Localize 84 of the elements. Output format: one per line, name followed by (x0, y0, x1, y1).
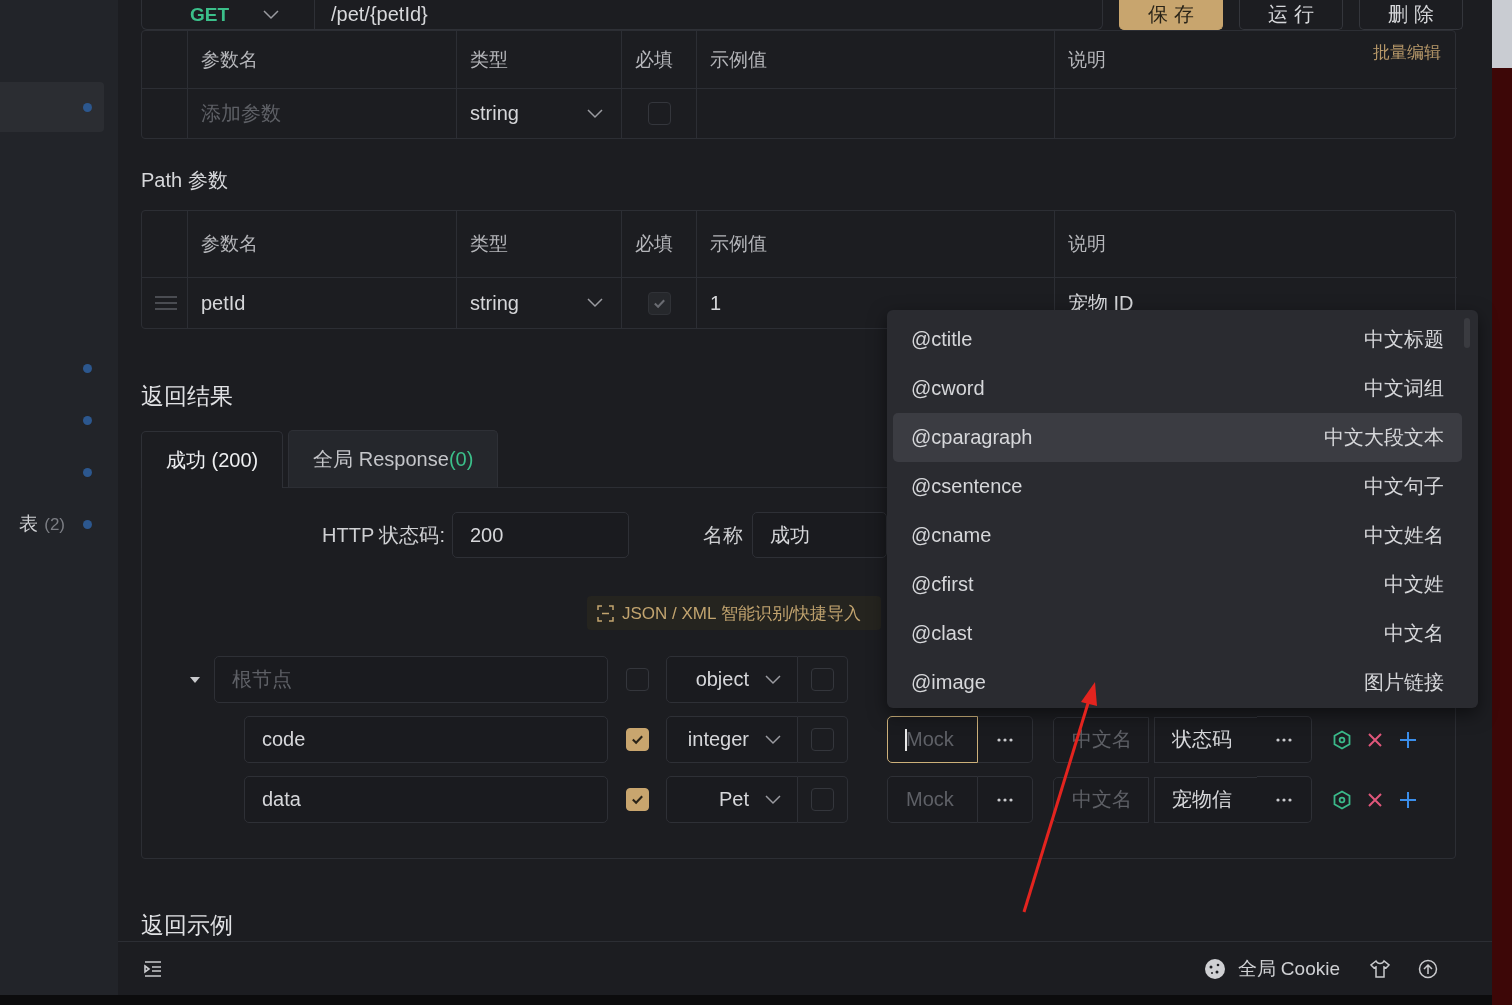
node-name-field[interactable]: 根节点 (214, 656, 608, 703)
param-name: petId (201, 291, 246, 315)
status-dot (83, 363, 92, 373)
field-label: HTTP 状态码: (322, 522, 445, 548)
node-name-field[interactable]: data (244, 776, 608, 823)
status-code-field[interactable]: 200 (451, 512, 629, 558)
dropdown-item[interactable]: @csentence 中文句子 (893, 462, 1462, 511)
cookie-icon (1203, 957, 1226, 980)
column-header: 类型 (470, 47, 508, 72)
url-field[interactable]: /pet/{petId} (315, 0, 1103, 30)
checkbox[interactable] (811, 788, 834, 811)
dropdown-item[interactable]: @image 图片链接 (893, 658, 1462, 707)
checkbox[interactable] (625, 668, 649, 691)
sidebar-label: 表 (2) (19, 512, 65, 536)
chevron-down-icon (765, 794, 781, 805)
more-icon (997, 797, 1013, 802)
chevron-down-icon (587, 108, 603, 119)
dropdown-item[interactable]: @cfirst 中文姓 (893, 560, 1462, 609)
status-dot (83, 519, 92, 529)
dropdown-item[interactable]: @cparagraph 中文大段文本 (893, 413, 1462, 462)
response-tab[interactable]: 全局 Response(0) (288, 430, 499, 487)
chevron-down-icon (587, 298, 603, 308)
status-dot (83, 467, 92, 477)
chevron-down-icon (765, 734, 781, 745)
column-header: 必填 (635, 232, 673, 256)
plus-icon (1398, 789, 1418, 810)
type-select[interactable]: Pet (666, 776, 798, 823)
node-name-field[interactable]: code (244, 716, 608, 763)
chevron-down-icon (765, 674, 781, 685)
dropdown-item[interactable]: @cword 中文词组 (893, 364, 1462, 413)
checkbox[interactable] (647, 102, 671, 125)
save-button[interactable]: 保 存 (1119, 0, 1223, 30)
method-select[interactable]: GET (141, 0, 315, 30)
action-button[interactable]: 运 行 (1239, 0, 1343, 30)
upload-circle-icon (1418, 958, 1438, 979)
column-header: 类型 (470, 232, 508, 256)
title-field[interactable]: 中文名 (1053, 776, 1149, 823)
column-header: 说明 (1068, 232, 1106, 256)
column-header: 必填 (635, 47, 673, 72)
field-label: 名称 (702, 522, 743, 548)
checkbox[interactable] (811, 668, 834, 691)
checkbox[interactable] (625, 788, 649, 811)
dropdown-item[interactable]: @ctitle 中文标题 (893, 315, 1462, 364)
column-header: 参数名 (201, 232, 258, 256)
dropdown-item[interactable]: @clast 中文名 (893, 609, 1462, 658)
section-title: Path 参数 (141, 168, 228, 192)
section-title: 返回结果 (141, 382, 233, 410)
indent-icon (144, 959, 162, 978)
column-header: 示例值 (710, 47, 767, 72)
checkbox[interactable] (811, 728, 834, 751)
section-title: 返回示例 (141, 911, 233, 939)
scan-icon (597, 604, 614, 622)
chevron-down-icon (263, 9, 280, 20)
sidebar-item[interactable] (0, 82, 104, 132)
more-button[interactable] (978, 716, 1033, 763)
more-button[interactable] (978, 776, 1033, 823)
dropdown-item[interactable]: @cname 中文姓名 (893, 511, 1462, 560)
type-select[interactable]: string (470, 102, 621, 125)
checkbox[interactable] (625, 728, 649, 751)
param-name-field[interactable]: 添加参数 (201, 102, 456, 125)
column-header: 参数名 (201, 47, 258, 72)
status-dot (83, 102, 92, 112)
response-tab[interactable]: 成功 (200) (141, 431, 284, 488)
import-button[interactable]: JSON / XML 智能识别/快捷导入 (587, 596, 881, 630)
name-field[interactable]: 成功 (751, 512, 887, 558)
plus-icon (1398, 729, 1418, 750)
type-select[interactable]: integer (666, 716, 798, 763)
column-header: 说明 (1068, 47, 1106, 72)
sidebar-item[interactable]: 表 (2) (0, 498, 118, 550)
hexagon-settings-icon (1332, 789, 1352, 810)
status-dot (83, 415, 92, 425)
batch-edit-link[interactable]: 批量编辑 (1373, 41, 1441, 64)
drag-handle-icon (155, 296, 177, 310)
type-select[interactable]: object (666, 656, 798, 703)
shirt-icon (1370, 958, 1390, 979)
column-header: 示例值 (710, 232, 767, 256)
screenshot-edge (1492, 0, 1512, 68)
action-button[interactable]: 删 除 (1359, 0, 1463, 30)
mock-field[interactable]: Mock (887, 716, 978, 763)
example-value: 1 (710, 291, 722, 315)
cookie-button[interactable]: 全局 Cookie (1203, 955, 1340, 982)
hexagon-settings-icon (1332, 729, 1352, 750)
mock-field[interactable]: Mock (887, 776, 978, 823)
more-icon (997, 737, 1013, 742)
